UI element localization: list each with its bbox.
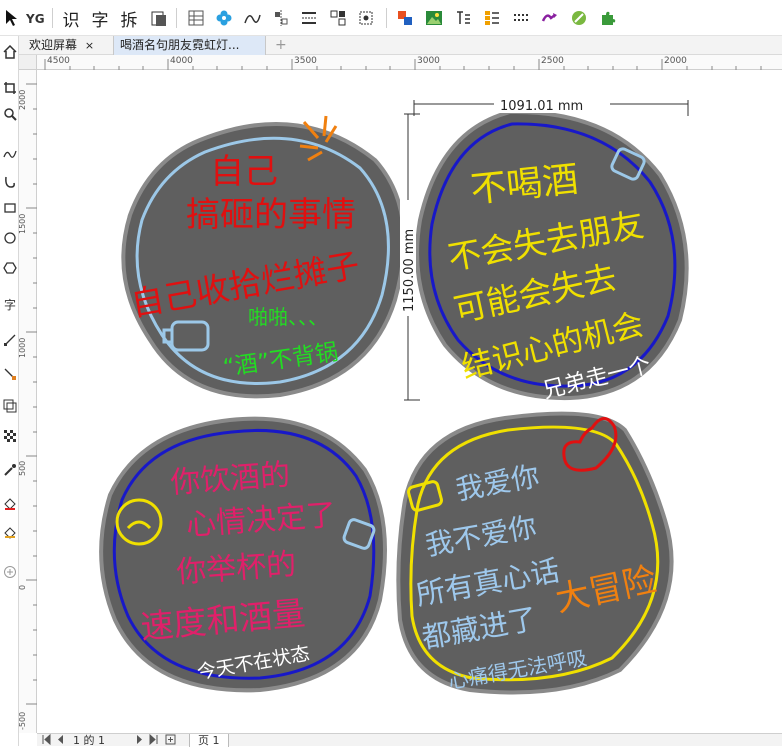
tab-document[interactable]: 喝酒名句朋友霓虹灯... — [113, 36, 266, 55]
text-align-icon[interactable] — [452, 7, 474, 29]
artwork: 自己 搞砸的事情 自己收拾烂摊子 啪啪、、、 “酒”不背锅 不喝酒 不会失去朋友… — [99, 97, 689, 695]
sign-top-left[interactable]: 自己 搞砸的事情 自己收拾烂摊子 啪啪、、、 “酒”不背锅 — [121, 115, 406, 399]
ruler-h-tick: 3500 — [294, 56, 317, 66]
image-icon[interactable] — [423, 7, 445, 29]
main-toolbar: YG 识 字 拆 — [0, 0, 782, 36]
yg-plugin-icon[interactable]: YG — [24, 7, 46, 29]
prev-page-icon[interactable] — [55, 734, 65, 747]
ruler-v-tick: 1000 — [19, 338, 27, 358]
split-button[interactable]: 拆 — [118, 7, 140, 31]
next-page-icon[interactable] — [135, 734, 145, 747]
tab-document-label: 喝酒名句朋友霓虹灯... — [120, 38, 240, 52]
ruler-v-tick: -500 — [19, 712, 27, 730]
tab-page-1[interactable]: 页 1 — [189, 734, 229, 747]
ruler-h-tick: 2500 — [541, 56, 564, 66]
ruler-h-tick: 4500 — [47, 56, 70, 66]
crop-tool-icon[interactable] — [0, 76, 19, 100]
artistic-media-icon[interactable] — [0, 170, 19, 194]
ruler-v-tick: 500 — [19, 461, 27, 476]
puzzle-plugin-icon[interactable] — [597, 7, 619, 29]
last-page-icon[interactable] — [149, 733, 159, 747]
page-navigator: 1 的 1 页 1 — [37, 733, 782, 747]
zoom-tool-icon[interactable] — [0, 102, 19, 126]
home-icon[interactable] — [0, 40, 19, 64]
list-icon[interactable] — [481, 7, 503, 29]
sign-bottom-right[interactable]: 我爱你 我不爱你 所有真心话 都藏进了 大冒险 心痛得无法呼吸 — [396, 411, 674, 695]
curve-tool-icon[interactable] — [241, 7, 263, 29]
ruler-v-tick: 1500 — [19, 214, 27, 234]
group-icon[interactable] — [327, 7, 349, 29]
drawing-canvas[interactable]: 自己 搞砸的事情 自己收拾烂摊子 啪啪、、、 “酒”不背锅 不喝酒 不会失去朋友… — [37, 70, 782, 733]
first-page-icon[interactable] — [41, 733, 51, 747]
add-page-icon[interactable] — [165, 734, 177, 747]
interactive-fill-icon[interactable] — [0, 520, 19, 544]
pick-tool-icon[interactable] — [0, 7, 22, 29]
sign1-line4: 啪啪、、、 — [248, 305, 328, 329]
vertical-ruler[interactable]: 2000 1500 1000 500 0 -500 — [19, 70, 37, 733]
tab-welcome[interactable]: 欢迎屏幕 × — [23, 36, 123, 55]
blend-tool-icon[interactable] — [0, 362, 19, 386]
freehand-tool-icon[interactable] — [0, 142, 19, 166]
sign-bottom-left[interactable]: 你饮酒的 心情决定了 你举杯的 速度和酒量 今天不在状态 — [99, 416, 387, 693]
svg-text:字: 字 — [4, 297, 16, 311]
polygon-tool-icon[interactable] — [0, 256, 19, 280]
add-tool-icon[interactable] — [0, 560, 19, 584]
text-button[interactable]: 字 — [89, 7, 111, 31]
sign-top-right[interactable]: 不喝酒 不会失去朋友 可能会失去 结识心的机会 兄弟走一个 — [415, 109, 689, 404]
ruler-h-tick: 3000 — [417, 56, 440, 66]
select-frame-icon[interactable] — [355, 7, 377, 29]
ruler-v-tick: 0 — [19, 585, 27, 590]
ruler-h-tick: 4000 — [170, 56, 193, 66]
recognize-button[interactable]: 识 — [60, 7, 82, 31]
horizontal-ruler[interactable]: 4500 4000 3500 3000 2500 2000 — [37, 55, 782, 70]
tab-welcome-label: 欢迎屏幕 — [29, 38, 78, 52]
transparency-tool-icon[interactable] — [0, 424, 19, 448]
ruler-h-tick: 2000 — [664, 56, 687, 66]
grid-dots-icon[interactable] — [510, 7, 532, 29]
close-tab-icon[interactable]: × — [85, 39, 94, 52]
page-counter: 1 的 1 — [73, 734, 105, 747]
sign1-line2: 搞砸的事情 — [186, 195, 356, 235]
table-icon[interactable] — [185, 7, 207, 29]
transform-icon[interactable] — [539, 7, 561, 29]
dimension-width-label: 1091.01 mm — [500, 99, 583, 114]
clipboard-icon[interactable] — [148, 7, 170, 29]
text-tool-icon[interactable]: 字 — [0, 292, 19, 316]
toolbox: 字 — [0, 36, 19, 746]
distribute-icon[interactable] — [298, 7, 320, 29]
flower-icon[interactable] — [213, 7, 235, 29]
dimension-height-label: 1150.00 mm — [402, 229, 417, 312]
add-tab-button[interactable]: + — [269, 36, 293, 55]
connector-tool-icon[interactable] — [0, 328, 19, 352]
rectangle-tool-icon[interactable] — [0, 196, 19, 220]
ruler-v-tick: 2000 — [19, 90, 27, 110]
ellipse-tool-icon[interactable] — [0, 226, 19, 250]
align-icon[interactable] — [270, 7, 292, 29]
document-tabs: 欢迎屏幕 × 喝酒名句朋友霓虹灯... + — [19, 36, 782, 55]
fill-tool-icon[interactable] — [0, 492, 19, 516]
eyedropper-tool-icon[interactable] — [0, 458, 19, 482]
color-blocks-icon[interactable] — [394, 7, 416, 29]
sign1-line1: 自己 — [210, 152, 278, 192]
svg-text:YG: YG — [25, 12, 45, 25]
ruler-corner[interactable] — [19, 55, 37, 70]
eraser-brush-icon[interactable] — [568, 7, 590, 29]
shadow-tool-icon[interactable] — [0, 394, 19, 418]
